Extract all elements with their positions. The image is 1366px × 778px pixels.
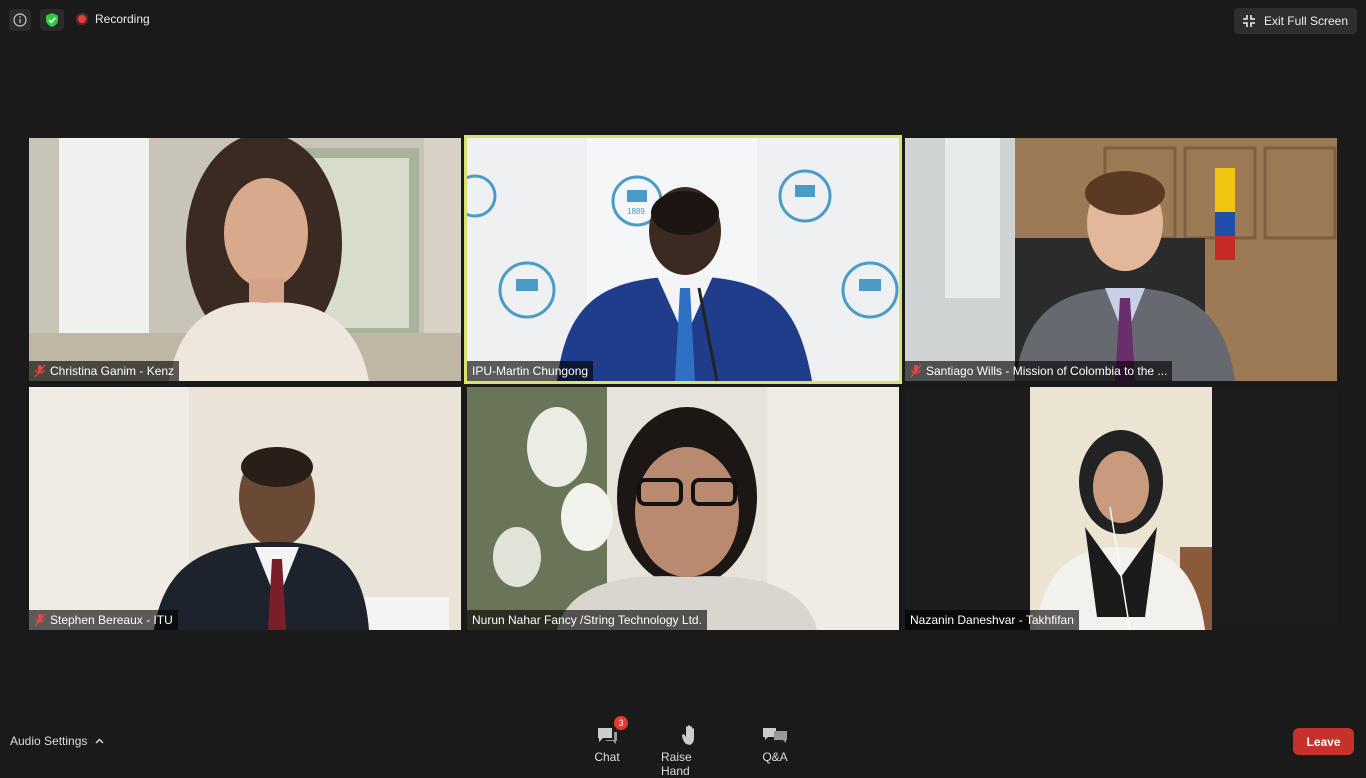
raise-hand-button[interactable]: Raise Hand [661,720,719,778]
raise-hand-label: Raise Hand [661,750,692,778]
qa-label: Q&A [762,750,788,764]
video-tile[interactable]: Christina Ganim - Kenz [29,138,461,381]
participant-video: 1889 [467,138,899,381]
muted-microphone-icon [34,613,46,627]
qa-icon [763,728,787,743]
participant-name: Nurun Nahar Fancy /String Technology Ltd… [472,613,702,627]
participant-name-tag: Stephen Bereaux - ITU [29,610,178,630]
chat-button[interactable]: 3 Chat [594,716,628,764]
participant-video [467,387,899,630]
muted-microphone-icon [910,364,922,378]
participant-video [905,138,1337,381]
audio-settings-label: Audio Settings [10,734,88,748]
exit-fullscreen-icon [1242,15,1255,27]
exit-full-screen-button[interactable]: Exit Full Screen [1233,8,1357,34]
chevron-up-icon [95,738,104,744]
muted-microphone-icon [34,364,46,378]
leave-label: Leave [1306,734,1341,749]
chat-unread-badge: 3 [614,716,628,730]
video-tile[interactable]: Santiago Wills - Mission of Colombia to … [905,138,1337,381]
meeting-info-button[interactable] [9,9,31,31]
participant-name-tag: IPU-Martin Chungong [467,361,594,381]
participant-name-tag: Santiago Wills - Mission of Colombia to … [905,361,1173,381]
participant-name: Christina Ganim - Kenz [50,364,175,378]
meeting-top-bar: Recording Exit Full Screen [0,0,1366,40]
leave-meeting-button[interactable]: Leave [1293,728,1354,755]
participant-video [29,387,461,630]
audio-settings-button[interactable]: Audio Settings [10,734,104,748]
participant-name: Stephen Bereaux - ITU [50,613,173,627]
video-tile[interactable]: Stephen Bereaux - ITU [29,387,461,630]
recording-label: Recording [95,12,150,26]
shield-check-icon [46,13,58,27]
participant-name-tag: Nazanin Daneshvar - Takhfifan [905,610,1079,630]
chat-label: Chat [594,750,620,764]
chat-icon [598,728,617,744]
exit-full-screen-label: Exit Full Screen [1263,14,1348,28]
ipu-logo-year: 1889 [627,207,645,216]
participant-name-tag: Nurun Nahar Fancy /String Technology Ltd… [467,610,707,630]
video-tile[interactable]: Nazanin Daneshvar - Takhfifan [905,387,1337,630]
raise-hand-icon [682,725,694,745]
recording-indicator[interactable]: Recording [76,12,150,26]
participant-name-tag: Christina Ganim - Kenz [29,361,180,381]
participant-video [29,138,461,381]
participant-video [905,387,1337,630]
video-tile[interactable]: Nurun Nahar Fancy /String Technology Ltd… [467,387,899,630]
video-tile-active-speaker[interactable]: 1889 IPU-Martin Chungong [464,135,902,384]
participant-name: IPU-Martin Chungong [472,364,589,378]
recording-dot-icon [76,13,88,25]
qa-button[interactable]: Q&A [761,720,789,764]
meeting-control-bar: Audio Settings 3 Chat Raise Hand Q&A Lea… [0,712,1366,778]
encryption-button[interactable] [40,9,64,31]
info-icon [13,13,27,27]
participant-name: Nazanin Daneshvar - Takhfifan [910,613,1074,627]
participant-name: Santiago Wills - Mission of Colombia to … [926,364,1168,378]
